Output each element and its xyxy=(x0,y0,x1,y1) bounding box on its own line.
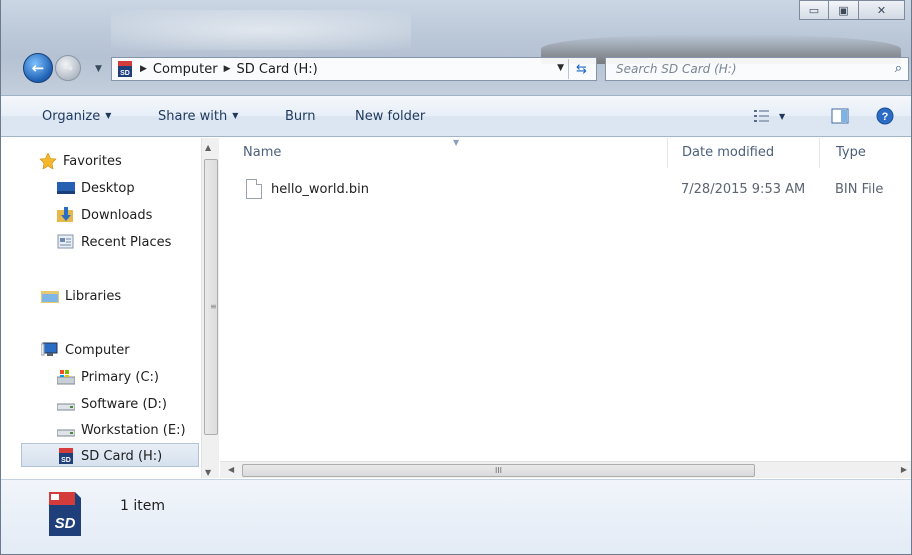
preview-pane-button[interactable] xyxy=(831,107,849,125)
share-with-button[interactable]: Share with ▼ xyxy=(158,109,238,124)
nav-pane-scrollbar[interactable]: ▲ ≡ ▼ xyxy=(201,138,219,478)
file-name: hello_world.bin xyxy=(271,181,369,197)
breadcrumb-arrow-icon[interactable]: ▶ xyxy=(224,64,231,74)
file-date: 7/28/2015 9:53 AM xyxy=(681,181,806,197)
file-row[interactable]: hello_world.bin 7/28/2015 9:53 AM BIN Fi… xyxy=(246,177,906,201)
svg-text:SD: SD xyxy=(120,70,130,77)
nav-label: Libraries xyxy=(65,288,122,304)
libraries-icon xyxy=(41,291,59,303)
nav-libraries[interactable]: Libraries xyxy=(41,285,121,307)
command-bar: Organize ▼ Share with ▼ Burn New folder ▼ … xyxy=(1,95,911,137)
scroll-up-icon[interactable]: ▲ xyxy=(205,143,211,152)
scroll-right-icon[interactable]: ▶ xyxy=(901,465,907,474)
nav-desktop[interactable]: Desktop xyxy=(57,177,135,199)
scroll-down-icon[interactable]: ▼ xyxy=(205,468,211,477)
computer-icon xyxy=(41,342,58,356)
organize-button[interactable]: Organize ▼ xyxy=(42,109,111,124)
column-header-type[interactable]: Type xyxy=(836,145,866,160)
file-list: ▼ Name Date modified Type hello_world.bi… xyxy=(220,138,911,478)
nav-recent-places[interactable]: Recent Places xyxy=(57,231,171,253)
nav-label: Desktop xyxy=(81,180,135,196)
navigation-buttons: ← → xyxy=(23,53,81,83)
refresh-icon[interactable]: ⇆ xyxy=(568,59,594,79)
recent-places-icon xyxy=(57,234,74,249)
chevron-down-icon: ▼ xyxy=(232,111,239,120)
scroll-left-icon[interactable]: ◀ xyxy=(228,465,234,474)
nav-downloads[interactable]: Downloads xyxy=(57,204,152,226)
nav-label: SD Card (H:) xyxy=(81,448,163,464)
drive-icon xyxy=(57,403,75,411)
breadcrumb-computer[interactable]: Computer xyxy=(153,62,218,77)
address-bar[interactable]: SD ▶ Computer ▶ SD Card (H:) ▼ ⇆ xyxy=(111,57,597,81)
nav-label: Software (D:) xyxy=(81,396,167,412)
drive-icon xyxy=(57,370,75,385)
nav-label: Favorites xyxy=(63,153,122,169)
caption-buttons: ▭ ▣ ✕ xyxy=(799,0,905,20)
nav-computer[interactable]: Computer xyxy=(41,339,130,361)
breadcrumb-arrow-icon[interactable]: ▶ xyxy=(140,64,147,74)
back-icon[interactable]: ← xyxy=(23,53,53,83)
file-type: BIN File xyxy=(835,181,884,197)
help-button[interactable]: ? xyxy=(876,107,894,125)
sd-card-icon: SD xyxy=(59,448,73,464)
sort-indicator-icon: ▼ xyxy=(453,138,460,147)
svg-text:?: ? xyxy=(882,111,889,123)
search-placeholder: Search SD Card (H:) xyxy=(616,62,737,76)
nav-label: Primary (C:) xyxy=(81,369,159,385)
nav-label: Workstation (E:) xyxy=(81,422,186,438)
address-dropdown-icon[interactable]: ▼ xyxy=(557,63,564,73)
title-bar: ▭ ▣ ✕ ← → ▼ SD ▶ Computer ▶ SD Card (H:)… xyxy=(1,0,911,95)
svg-text:SD: SD xyxy=(55,515,76,532)
nav-primary-drive[interactable]: Primary (C:) xyxy=(57,366,159,388)
nav-software-drive[interactable]: Software (D:) xyxy=(57,393,167,415)
help-icon: ? xyxy=(876,107,894,125)
sd-card-icon: SD xyxy=(118,61,132,77)
preview-pane-icon xyxy=(831,108,849,124)
details-pane: SD 1 item xyxy=(1,479,911,554)
desktop-icon xyxy=(57,182,75,194)
sd-card-icon: SD xyxy=(49,492,81,536)
column-header-date-modified[interactable]: Date modified xyxy=(682,145,774,160)
maximize-button[interactable]: ▣ xyxy=(829,0,859,20)
forward-icon[interactable]: → xyxy=(55,55,81,81)
chevron-down-icon: ▼ xyxy=(105,111,112,120)
search-box[interactable]: Search SD Card (H:) ⌕ xyxy=(605,57,909,81)
new-folder-button[interactable]: New folder xyxy=(355,109,425,124)
column-header-name[interactable]: Name xyxy=(243,145,281,160)
drive-icon xyxy=(57,429,75,437)
item-count: 1 item xyxy=(120,498,165,514)
nav-label: Computer xyxy=(65,342,130,358)
chevron-down-icon: ▼ xyxy=(779,111,786,121)
breadcrumb-sd-card[interactable]: SD Card (H:) xyxy=(236,62,317,77)
file-icon xyxy=(246,179,262,199)
views-icon xyxy=(754,110,769,122)
star-icon xyxy=(39,153,57,169)
scrollbar-thumb[interactable]: ≡ xyxy=(204,159,218,435)
burn-button[interactable]: Burn xyxy=(285,109,316,124)
file-list-hscrollbar[interactable]: ◀ III ▶ xyxy=(220,461,911,478)
scrollbar-thumb[interactable]: III xyxy=(242,464,755,477)
nav-sd-card[interactable]: SD SD Card (H:) xyxy=(57,445,162,467)
svg-text:SD: SD xyxy=(61,457,71,464)
nav-favorites[interactable]: Favorites xyxy=(39,150,122,172)
close-button[interactable]: ✕ xyxy=(859,0,905,20)
recent-pages-dropdown-icon[interactable]: ▼ xyxy=(95,64,102,74)
explorer-window: ▭ ▣ ✕ ← → ▼ SD ▶ Computer ▶ SD Card (H:)… xyxy=(0,0,912,555)
nav-workstation-drive[interactable]: Workstation (E:) xyxy=(57,419,186,441)
downloads-icon xyxy=(57,207,73,222)
minimize-button[interactable]: ▭ xyxy=(799,0,829,20)
nav-label: Downloads xyxy=(81,207,153,223)
search-icon[interactable]: ⌕ xyxy=(895,61,902,76)
views-button[interactable]: ▼ xyxy=(753,107,785,125)
nav-label: Recent Places xyxy=(81,234,172,250)
